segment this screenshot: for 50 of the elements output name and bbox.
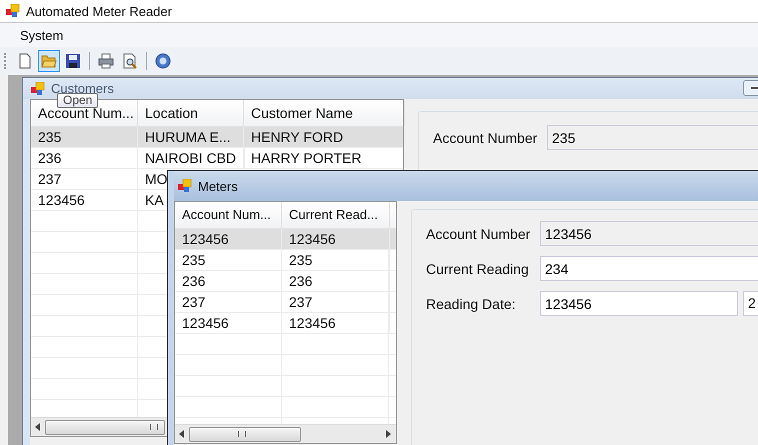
input-field[interactable]: 234 bbox=[540, 256, 758, 281]
field-label: Account Number bbox=[433, 130, 538, 146]
column-header[interactable]: Location bbox=[138, 100, 244, 126]
table-cell: 236 bbox=[289, 273, 312, 289]
table-cell: 236 bbox=[182, 273, 206, 289]
window-title: Customers bbox=[51, 81, 114, 96]
table-cell: MO bbox=[145, 171, 168, 187]
tooltip: Open bbox=[57, 93, 98, 108]
table-cell: 237 bbox=[182, 294, 206, 310]
window-icon bbox=[178, 179, 192, 193]
scroll-left-icon[interactable] bbox=[35, 423, 41, 431]
table-cell: 237 bbox=[289, 294, 312, 310]
table-cell: 235 bbox=[289, 252, 312, 268]
table-cell: KA bbox=[145, 192, 164, 208]
input-field[interactable]: 2 bbox=[743, 291, 758, 316]
printer-icon bbox=[98, 53, 114, 69]
magnifier-page-icon bbox=[122, 53, 138, 69]
table-cell: 123456 bbox=[182, 315, 229, 331]
input-field[interactable]: 123456 bbox=[540, 221, 758, 246]
table-cell: 235 bbox=[182, 252, 206, 268]
menu-item[interactable]: System bbox=[14, 26, 70, 44]
app-icon bbox=[6, 4, 20, 18]
table-cell: 123456 bbox=[289, 231, 336, 247]
field-label: Account Number bbox=[426, 226, 532, 242]
field-label: Reading Date: bbox=[426, 296, 517, 312]
field-label: Current Reading bbox=[426, 260, 530, 276]
table-cell: 123456 bbox=[38, 192, 85, 208]
column-header[interactable]: Account Num... bbox=[175, 202, 282, 228]
scrollbar-thumb[interactable] bbox=[189, 426, 301, 442]
table-cell: HARRY PORTER bbox=[251, 150, 362, 166]
window-title: Meters bbox=[198, 178, 238, 194]
window-title: Automated Meter Reader bbox=[26, 4, 172, 18]
scroll-right-icon[interactable] bbox=[385, 430, 391, 438]
table-cell: 237 bbox=[38, 171, 62, 187]
folder-icon bbox=[41, 53, 57, 69]
table-cell: HENRY FORD bbox=[251, 129, 344, 145]
column-header[interactable]: Current Read... bbox=[282, 202, 390, 228]
input-field[interactable]: 123456 bbox=[540, 291, 738, 316]
table-cell: 123456 bbox=[289, 315, 336, 331]
document-icon bbox=[17, 53, 33, 69]
input-field[interactable]: 235 bbox=[547, 125, 758, 150]
scrollbar-thumb[interactable] bbox=[45, 420, 165, 434]
table-cell: 235 bbox=[38, 129, 62, 145]
column-header[interactable]: Customer Name bbox=[244, 100, 405, 126]
table-cell: 123456 bbox=[182, 231, 229, 247]
table-cell: HURUMA E... bbox=[145, 129, 231, 145]
window-icon bbox=[31, 82, 45, 96]
table-cell: NAIROBI CBD bbox=[145, 150, 236, 166]
scroll-left-icon[interactable] bbox=[179, 430, 185, 438]
table-cell: 236 bbox=[38, 150, 62, 166]
